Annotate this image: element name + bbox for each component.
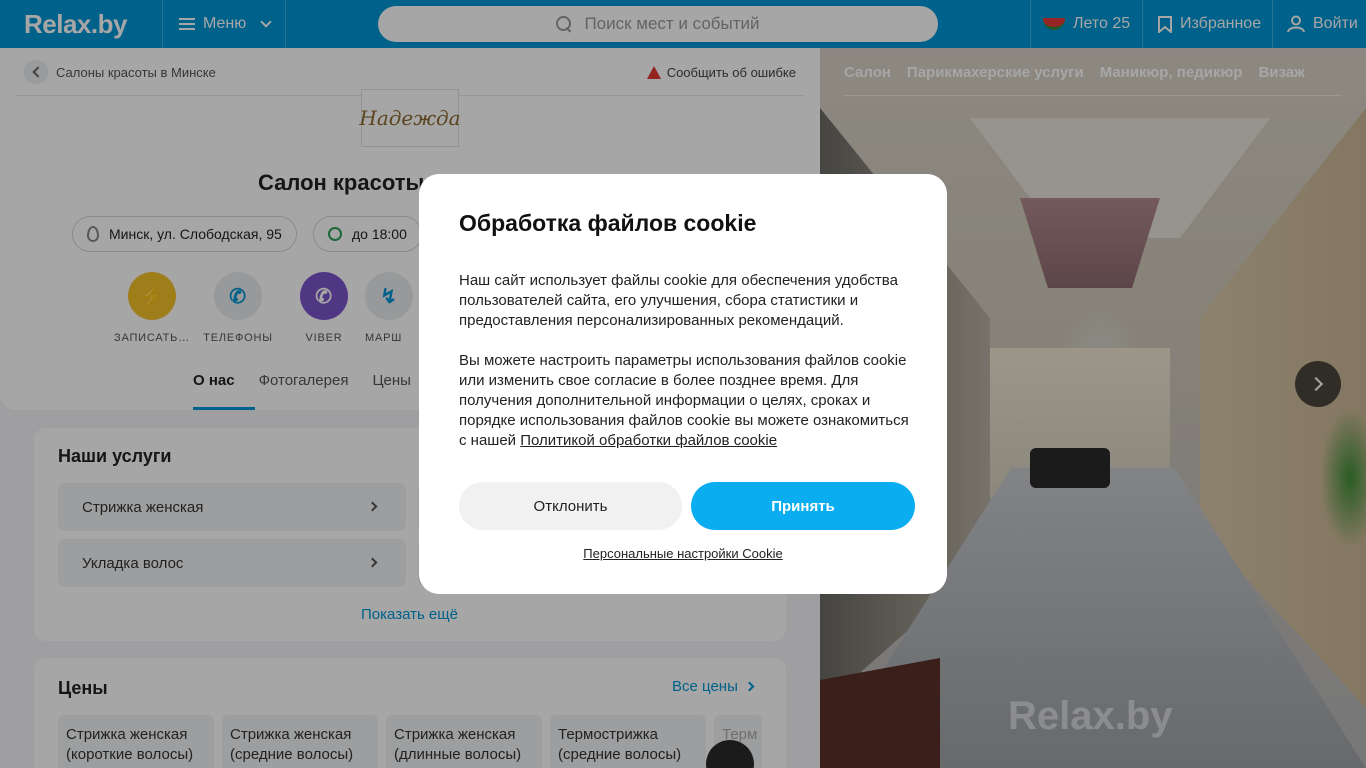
accept-button[interactable]: Принять bbox=[691, 482, 915, 530]
cookie-dialog-body: Наш сайт использует файлы cookie для обе… bbox=[459, 271, 919, 471]
cookie-paragraph: Наш сайт использует файлы cookie для обе… bbox=[459, 272, 898, 329]
cookie-dialog-title: Обработка файлов cookie bbox=[459, 210, 757, 236]
decline-button[interactable]: Отклонить bbox=[459, 482, 682, 530]
cookie-dialog: Обработка файлов cookie Наш сайт использ… bbox=[419, 174, 947, 594]
cookie-paragraph: Вы можете настроить параметры использова… bbox=[459, 352, 909, 449]
cookie-settings-link[interactable]: Персональные настройки Cookie bbox=[419, 546, 947, 561]
cookie-policy-link[interactable]: Политикой обработки файлов cookie bbox=[520, 432, 777, 449]
